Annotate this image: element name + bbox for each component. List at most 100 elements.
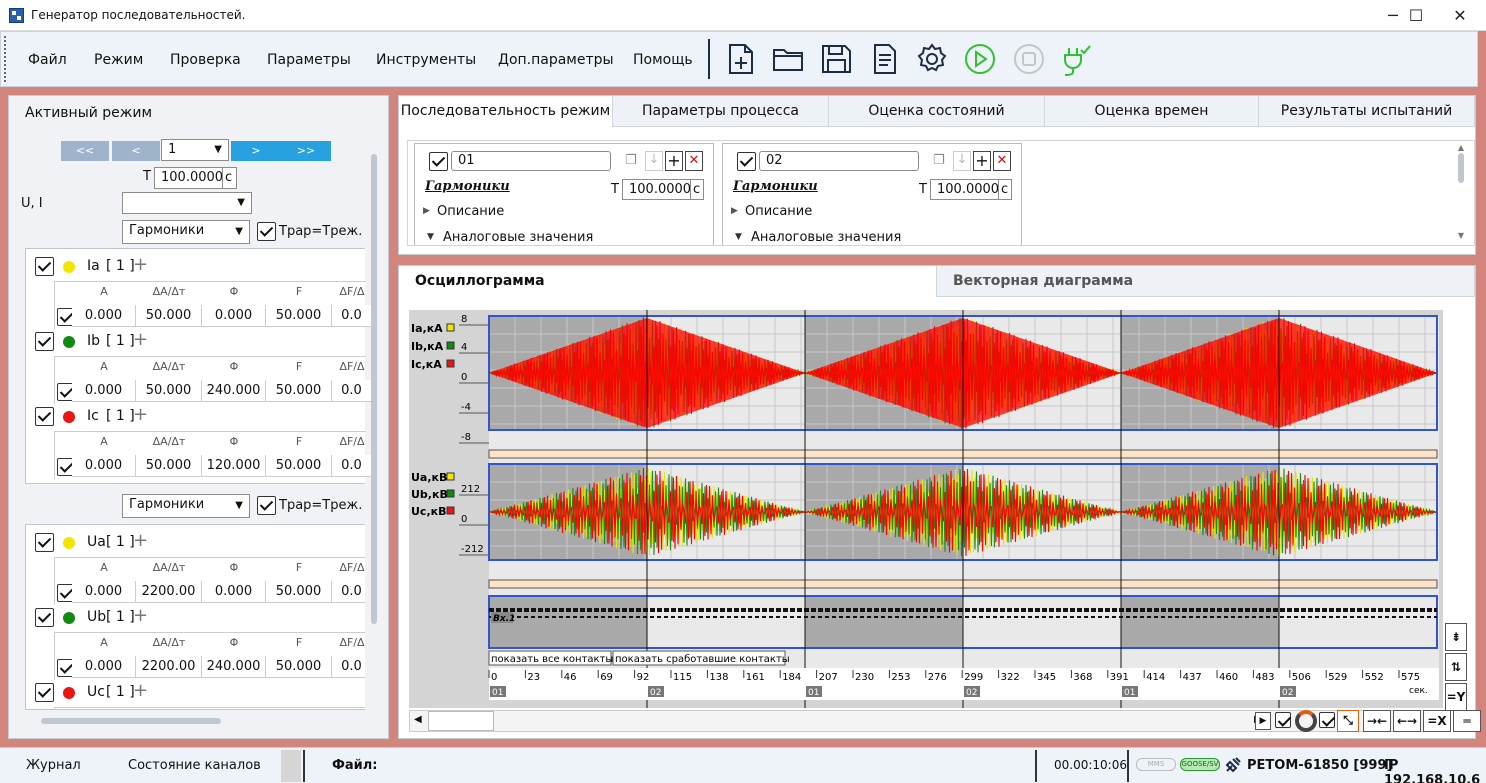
ua-value-cell[interactable]: 0.0 bbox=[332, 581, 365, 603]
delete-step-icon[interactable]: ✕ bbox=[685, 151, 703, 171]
play-icon[interactable] bbox=[963, 42, 997, 76]
first-step-button[interactable]: << bbox=[61, 141, 109, 161]
tab-vector-diagram[interactable]: Векторная диаграмма bbox=[937, 266, 1475, 297]
menu-mode[interactable]: Режим bbox=[94, 52, 143, 68]
step-duration-input[interactable]: 100.0000 bbox=[622, 179, 692, 200]
ub-value-cell[interactable]: 0.000 bbox=[72, 656, 136, 678]
ic-value-cell[interactable]: 50.000 bbox=[266, 455, 332, 477]
uc-add-icon[interactable]: + bbox=[133, 680, 148, 701]
maximize-button[interactable]: ☐ bbox=[1393, 0, 1439, 31]
ub-value-cell[interactable]: 2200.00 bbox=[136, 656, 202, 678]
ua-value-cell[interactable]: 50.000 bbox=[266, 581, 332, 603]
copy-icon[interactable]: ❐ bbox=[933, 153, 945, 168]
show-all-contacts-button[interactable]: показать все контакты bbox=[488, 650, 613, 666]
scroll-right-button[interactable]: ▶ bbox=[1255, 712, 1271, 730]
oscillogram-chart[interactable]: Вх.1 Ia,кА Ib,кА Ic,кА Ua,кВ Ub,кВ Uc,кВ 8 4 0 -4 -… bbox=[409, 310, 1443, 708]
zoom-fit-y-down-button[interactable]: ⇟ bbox=[1445, 623, 1467, 651]
menu-tools[interactable]: Инструменты bbox=[376, 52, 476, 68]
equal-y-button[interactable]: =Y bbox=[1445, 683, 1467, 711]
ia-add-icon[interactable]: + bbox=[133, 254, 148, 275]
last-step-button[interactable]: >> bbox=[281, 141, 331, 161]
power-check-icon[interactable] bbox=[1059, 42, 1093, 76]
step-analog-values[interactable]: Аналоговые значения bbox=[751, 230, 901, 245]
prev-step-button[interactable]: < bbox=[112, 141, 160, 161]
ua-value-cell[interactable]: 0.000 bbox=[202, 581, 266, 603]
move-down-icon[interactable]: ↓ bbox=[953, 151, 971, 171]
new-file-icon[interactable] bbox=[724, 42, 758, 76]
zoom-in-x-button[interactable]: →← bbox=[1363, 710, 1391, 732]
show-triggered-contacts-button[interactable]: показать сработавшие контакты bbox=[612, 650, 790, 666]
ib-value-cell[interactable]: 50.000 bbox=[266, 380, 332, 402]
ua-value-cell[interactable]: 0.000 bbox=[72, 581, 136, 603]
add-step-icon[interactable]: + bbox=[973, 151, 991, 171]
osc-scroll-thumb[interactable] bbox=[428, 711, 494, 731]
current-ia-checkbox[interactable] bbox=[35, 257, 54, 276]
voltage-ua-checkbox[interactable] bbox=[35, 533, 54, 552]
ua-value-cell[interactable]: 2200.00 bbox=[136, 581, 202, 603]
ia-value-cell[interactable]: 0.000 bbox=[202, 305, 266, 327]
ia-value-cell[interactable]: 0.000 bbox=[72, 305, 136, 327]
delete-step-icon[interactable]: ✕ bbox=[993, 151, 1011, 171]
expand-right-icon[interactable]: ▶ bbox=[731, 206, 738, 216]
ic-value-cell[interactable]: 0.000 bbox=[72, 455, 136, 477]
reset-button[interactable]: ═ bbox=[1453, 710, 1481, 732]
vertical-scrollbar[interactable] bbox=[371, 154, 377, 624]
journal-button[interactable]: Журнал bbox=[26, 758, 81, 773]
expand-down-icon[interactable]: ▼ bbox=[735, 232, 742, 242]
ic-add-icon[interactable]: + bbox=[133, 404, 148, 425]
ua-add-icon[interactable]: + bbox=[133, 530, 148, 551]
equal-x-button[interactable]: =X bbox=[1423, 710, 1451, 732]
ib-add-icon[interactable]: + bbox=[133, 329, 148, 350]
ic-value-cell[interactable]: 0.0 bbox=[332, 455, 372, 477]
ib-value-cell[interactable]: 0.000 bbox=[72, 380, 136, 402]
tab-process-params[interactable]: Параметры процесса bbox=[613, 96, 829, 127]
open-folder-icon[interactable] bbox=[771, 42, 805, 76]
tab-sequence[interactable]: Последовательность режим bbox=[399, 96, 613, 127]
expand-down-icon[interactable]: ▼ bbox=[427, 232, 434, 242]
move-down-icon[interactable]: ↓ bbox=[645, 151, 663, 171]
tab-results[interactable]: Результаты испытаний bbox=[1259, 96, 1475, 127]
steps-scrollbar[interactable] bbox=[1458, 153, 1464, 183]
next-step-button[interactable]: > bbox=[231, 141, 281, 161]
current-ib-checkbox[interactable] bbox=[35, 332, 54, 351]
step-analog-values[interactable]: Аналоговые значения bbox=[443, 230, 593, 245]
voltage-uc-checkbox[interactable] bbox=[35, 683, 54, 702]
step-description[interactable]: Описание bbox=[437, 204, 504, 219]
report-icon[interactable] bbox=[868, 42, 902, 76]
close-button[interactable]: ✕ bbox=[1437, 0, 1483, 31]
step-description[interactable]: Описание bbox=[745, 204, 812, 219]
step-enable-checkbox[interactable] bbox=[429, 152, 448, 171]
tab-oscillogram[interactable]: Осциллограмма bbox=[399, 266, 937, 297]
scroll-down-icon[interactable]: ▼ bbox=[1458, 231, 1464, 240]
step-name-input[interactable]: 01 bbox=[451, 151, 611, 171]
zoom-out-x-button[interactable]: ←→ bbox=[1393, 710, 1421, 732]
step-enable-checkbox[interactable] bbox=[737, 152, 756, 171]
show-checkbox-1[interactable] bbox=[1275, 712, 1291, 728]
trap-voltage-checkbox[interactable] bbox=[257, 496, 276, 515]
voltage-mode-dropdown[interactable]: Гармоники ▼ bbox=[122, 494, 250, 518]
show-checkbox-2[interactable] bbox=[1319, 712, 1335, 728]
ub-value-cell[interactable]: 0.0 bbox=[332, 656, 365, 678]
duration-input[interactable]: 100.0000 bbox=[154, 167, 224, 189]
step-duration-input[interactable]: 100.0000 bbox=[930, 179, 1000, 200]
current-mode-dropdown[interactable]: Гармоники ▼ bbox=[122, 220, 250, 244]
current-ic-checkbox[interactable] bbox=[35, 407, 54, 426]
ia-value-cell[interactable]: 50.000 bbox=[136, 305, 202, 327]
zoom-y-button[interactable]: ⇅ bbox=[1445, 653, 1467, 681]
step-selector[interactable]: 1 ▼ bbox=[161, 139, 229, 161]
menu-file[interactable]: Файл bbox=[28, 52, 67, 68]
scroll-thumb[interactable] bbox=[371, 154, 377, 624]
voltage-ub-checkbox[interactable] bbox=[35, 608, 54, 627]
add-step-icon[interactable]: + bbox=[665, 151, 683, 171]
stop-icon[interactable] bbox=[1012, 42, 1046, 76]
ic-value-cell[interactable]: 50.000 bbox=[136, 455, 202, 477]
scroll-up-icon[interactable]: ▲ bbox=[1458, 143, 1464, 152]
menu-check[interactable]: Проверка bbox=[170, 52, 241, 68]
menu-help[interactable]: Помощь bbox=[633, 52, 693, 68]
tab-state-eval[interactable]: Оценка состояний bbox=[829, 96, 1045, 127]
expand-right-icon[interactable]: ▶ bbox=[423, 206, 430, 216]
signal-type-dropdown[interactable]: ▼ bbox=[122, 192, 252, 214]
horizontal-scrollbar[interactable] bbox=[41, 718, 221, 724]
tab-time-eval[interactable]: Оценка времен bbox=[1045, 96, 1259, 127]
scroll-left-icon[interactable]: ◀ bbox=[414, 714, 422, 725]
